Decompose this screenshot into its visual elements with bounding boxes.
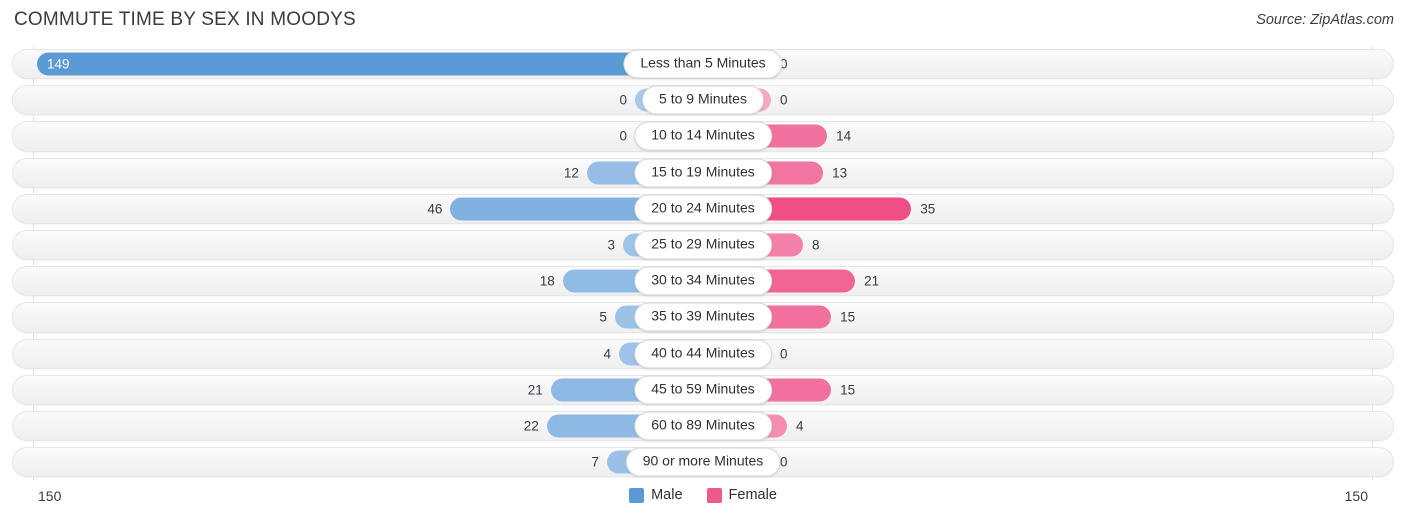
category-label[interactable]: 20 to 24 Minutes: [634, 194, 772, 224]
chart-row[interactable]: 18 21 30 to 34 Minutes: [0, 263, 1406, 299]
category-label[interactable]: 45 to 59 Minutes: [634, 375, 772, 405]
male-bar[interactable]: [37, 52, 703, 76]
male-value-label: 18: [539, 273, 555, 289]
category-label[interactable]: Less than 5 Minutes: [623, 49, 783, 79]
male-value-label: 149: [47, 56, 70, 72]
chart-row[interactable]: 149 0 Less than 5 Minutes: [0, 46, 1406, 82]
commute-time-chart: COMMUTE TIME BY SEX IN MOODYS Source: Zi…: [0, 0, 1406, 523]
chart-row[interactable]: 0 14 10 to 14 Minutes: [0, 118, 1406, 154]
chart-row[interactable]: 5 15 35 to 39 Minutes: [0, 299, 1406, 335]
male-value-label: 22: [523, 418, 539, 434]
female-value-label: 14: [836, 128, 852, 144]
legend-item-male[interactable]: Male: [629, 487, 683, 503]
female-value-label: 0: [780, 346, 788, 362]
male-value-label: 46: [427, 201, 443, 217]
female-value-label: 0: [780, 454, 788, 470]
category-label[interactable]: 35 to 39 Minutes: [634, 302, 772, 332]
chart-row[interactable]: 21 15 45 to 59 Minutes: [0, 372, 1406, 408]
category-label[interactable]: 40 to 44 Minutes: [634, 339, 772, 369]
chart-row[interactable]: 7 0 90 or more Minutes: [0, 444, 1406, 480]
legend-swatch-icon: [629, 487, 645, 503]
page-title: COMMUTE TIME BY SEX IN MOODYS: [14, 9, 356, 30]
category-label[interactable]: 5 to 9 Minutes: [642, 85, 764, 115]
male-value-label: 0: [619, 92, 627, 108]
category-label[interactable]: 90 or more Minutes: [625, 447, 781, 477]
female-value-label: 21: [864, 273, 880, 289]
chart-row[interactable]: 46 35 20 to 24 Minutes: [0, 191, 1406, 227]
legend-label: Male: [651, 487, 683, 503]
plot-area: 149 0 Less than 5 Minutes 0 0 5 to 9 Minutes 0…: [0, 46, 1406, 480]
male-value-label: 7: [591, 454, 599, 470]
female-value-label: 0: [780, 92, 788, 108]
male-value-label: 0: [619, 128, 627, 144]
chart-row[interactable]: 4 0 40 to 44 Minutes: [0, 336, 1406, 372]
female-value-label: 8: [812, 237, 820, 253]
category-label[interactable]: 60 to 89 Minutes: [634, 411, 772, 441]
male-value-label: 21: [527, 382, 543, 398]
legend-item-female[interactable]: Female: [706, 487, 777, 503]
chart-legend: Male Female: [0, 487, 1406, 503]
female-value-label: 15: [840, 309, 856, 325]
chart-row[interactable]: 0 0 5 to 9 Minutes: [0, 82, 1406, 118]
male-value-label: 5: [599, 309, 607, 325]
male-value-label: 3: [607, 237, 615, 253]
male-value-label: 4: [603, 346, 611, 362]
female-value-label: 35: [920, 201, 936, 217]
male-value-label: 12: [563, 165, 579, 181]
category-label[interactable]: 25 to 29 Minutes: [634, 230, 772, 260]
chart-footer: 150 150 Male Female: [0, 480, 1406, 523]
category-label[interactable]: 10 to 14 Minutes: [634, 121, 772, 151]
category-label[interactable]: 15 to 19 Minutes: [634, 158, 772, 188]
chart-rows: 149 0 Less than 5 Minutes 0 0 5 to 9 Minutes 0…: [0, 46, 1406, 480]
chart-header: COMMUTE TIME BY SEX IN MOODYS Source: Zi…: [0, 0, 1406, 46]
chart-row[interactable]: 22 4 60 to 89 Minutes: [0, 408, 1406, 444]
source-attribution: Source: ZipAtlas.com: [1256, 12, 1394, 28]
legend-swatch-icon: [706, 487, 722, 503]
female-value-label: 4: [796, 418, 804, 434]
female-value-label: 15: [840, 382, 856, 398]
chart-row[interactable]: 3 8 25 to 29 Minutes: [0, 227, 1406, 263]
legend-label: Female: [728, 487, 777, 503]
chart-row[interactable]: 12 13 15 to 19 Minutes: [0, 155, 1406, 191]
female-value-label: 13: [832, 165, 848, 181]
category-label[interactable]: 30 to 34 Minutes: [634, 266, 772, 296]
